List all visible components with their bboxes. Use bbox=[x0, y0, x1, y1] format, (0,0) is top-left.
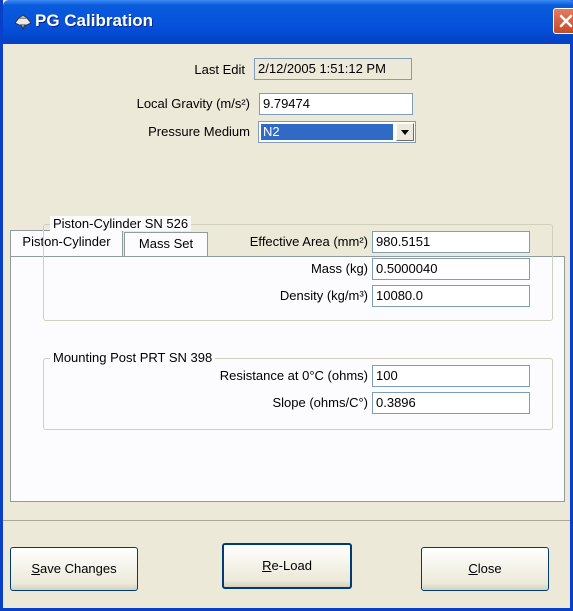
footer-divider bbox=[3, 520, 570, 521]
chevron-down-icon bbox=[401, 130, 409, 135]
reload-button[interactable]: Re-Load bbox=[222, 543, 352, 589]
save-changes-button[interactable]: Save Changes bbox=[10, 547, 138, 591]
pressure-medium-select[interactable]: N2 bbox=[258, 121, 416, 143]
mass-field[interactable]: 0.5000040 bbox=[372, 258, 530, 280]
slope-label: Slope (ohms/C°) bbox=[272, 395, 368, 410]
close-mnemonic: C bbox=[468, 561, 478, 576]
pressure-medium-value: N2 bbox=[261, 124, 393, 140]
density-label: Density (kg/m³) bbox=[279, 288, 368, 303]
mass-label: Mass (kg) bbox=[310, 261, 368, 276]
dropdown-button[interactable] bbox=[396, 123, 414, 141]
window-close-button[interactable] bbox=[553, 8, 573, 34]
slope-field[interactable]: 0.3896 bbox=[372, 392, 530, 414]
local-gravity-label: Local Gravity (m/s²) bbox=[136, 96, 250, 111]
last-edit-label: Last Edit bbox=[194, 62, 245, 77]
effective-area-field[interactable]: 980.5151 bbox=[372, 231, 530, 253]
resistance-field[interactable]: 100 bbox=[372, 365, 530, 387]
window-title: PG Calibration bbox=[35, 11, 154, 30]
effective-area-label: Effective Area (mm²) bbox=[249, 234, 368, 249]
title-bar[interactable]: PG Calibration bbox=[3, 0, 573, 44]
pressure-medium-label: Pressure Medium bbox=[148, 124, 250, 139]
last-edit-field: 2/12/2005 1:51:12 PM bbox=[254, 58, 412, 80]
app-icon bbox=[13, 12, 33, 32]
piston-cylinder-group: Piston-Cylinder SN 526 Effective Area (m… bbox=[43, 216, 553, 321]
resistance-label: Resistance at 0°C (ohms) bbox=[219, 368, 368, 383]
close-label: lose bbox=[477, 561, 502, 576]
pg-calibration-window: PG Calibration Last Edit 2/12/2005 1:51:… bbox=[0, 0, 573, 611]
mounting-post-prt-group-title: Mounting Post PRT SN 398 bbox=[50, 350, 216, 365]
mounting-post-prt-group: Mounting Post PRT SN 398 Resistance at 0… bbox=[43, 350, 553, 430]
save-label: ave Changes bbox=[40, 561, 117, 576]
reload-label: e-Load bbox=[271, 558, 312, 573]
close-button[interactable]: Close bbox=[421, 547, 549, 591]
local-gravity-field[interactable]: 9.79474 bbox=[259, 93, 413, 115]
piston-cylinder-group-title: Piston-Cylinder SN 526 bbox=[50, 216, 192, 231]
close-icon bbox=[559, 14, 573, 28]
density-field[interactable]: 10080.0 bbox=[372, 285, 530, 307]
save-mnemonic: S bbox=[31, 561, 41, 576]
